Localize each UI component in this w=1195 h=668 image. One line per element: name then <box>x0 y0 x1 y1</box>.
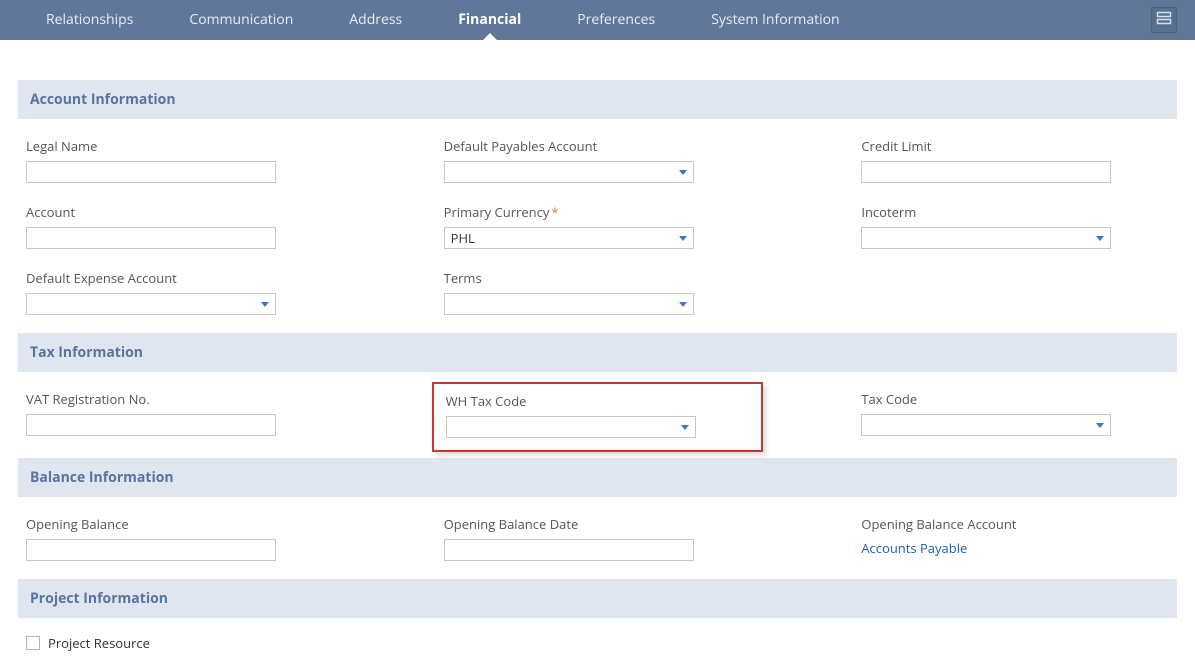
opening-balance-input[interactable] <box>26 539 276 561</box>
field-opening-balance: Opening Balance <box>26 515 334 561</box>
field-vat-registration-no: VAT Registration No. <box>26 390 334 440</box>
section-title: Tax Information <box>30 343 143 362</box>
required-indicator: * <box>551 203 558 221</box>
layout-toggle-button[interactable] <box>1151 7 1177 33</box>
field-label: VAT Registration No. <box>26 390 334 408</box>
tax-code-select[interactable] <box>861 414 1111 436</box>
section-account-information: Account Information Legal Name Default P… <box>18 80 1177 333</box>
field-default-payables-account: Default Payables Account <box>444 137 752 183</box>
legal-name-input[interactable] <box>26 161 276 183</box>
primary-currency-select[interactable]: PHL <box>444 227 694 249</box>
field-label: Default Expense Account <box>26 269 334 287</box>
tab-financial[interactable]: Financial <box>430 0 549 40</box>
chevron-down-icon <box>679 170 687 175</box>
field-default-expense-account: Default Expense Account <box>26 269 334 315</box>
tab-preferences[interactable]: Preferences <box>549 0 683 40</box>
tab-address[interactable]: Address <box>321 0 430 40</box>
chevron-down-icon <box>679 302 687 307</box>
tab-label: Communication <box>189 10 293 29</box>
tab-label: Preferences <box>577 10 655 29</box>
tab-label: Relationships <box>46 10 133 29</box>
field-opening-balance-account: Opening Balance Account Accounts Payable <box>861 515 1169 561</box>
chevron-down-icon <box>261 302 269 307</box>
field-label: Default Payables Account <box>444 137 752 155</box>
section-title: Account Information <box>30 90 176 109</box>
tab-bar: Relationships Communication Address Fina… <box>0 0 1195 40</box>
field-label: Tax Code <box>861 390 1169 408</box>
vat-registration-no-input[interactable] <box>26 414 276 436</box>
chevron-down-icon <box>679 236 687 241</box>
account-input[interactable] <box>26 227 276 249</box>
tab-label: Financial <box>458 10 521 29</box>
wh-tax-code-select[interactable] <box>446 416 696 438</box>
field-incoterm: Incoterm <box>861 203 1169 249</box>
field-label: Primary Currency* <box>444 203 752 221</box>
field-label: Opening Balance Date <box>444 515 752 533</box>
field-label: Opening Balance <box>26 515 334 533</box>
section-header: Project Information <box>18 579 1177 618</box>
field-project-resource: Project Resource <box>26 634 1169 652</box>
field-primary-currency: Primary Currency* PHL <box>444 203 752 249</box>
highlight-box: WH Tax Code <box>432 382 764 452</box>
field-tax-code: Tax Code <box>861 390 1169 440</box>
chevron-down-icon <box>1096 423 1104 428</box>
select-value: PHL <box>451 229 475 247</box>
section-title: Project Information <box>30 589 168 608</box>
section-title: Balance Information <box>30 468 174 487</box>
checkbox-label: Project Resource <box>48 634 150 652</box>
credit-limit-input[interactable] <box>861 161 1111 183</box>
field-label: Credit Limit <box>861 137 1169 155</box>
section-header: Tax Information <box>18 333 1177 372</box>
tab-communication[interactable]: Communication <box>161 0 321 40</box>
field-label: Account <box>26 203 334 221</box>
opening-balance-date-input[interactable] <box>444 539 694 561</box>
tab-system-information[interactable]: System Information <box>683 0 867 40</box>
field-opening-balance-date: Opening Balance Date <box>444 515 752 561</box>
tab-label: System Information <box>711 10 839 29</box>
field-account: Account <box>26 203 334 249</box>
terms-select[interactable] <box>444 293 694 315</box>
field-label: WH Tax Code <box>446 392 750 410</box>
default-payables-account-select[interactable] <box>444 161 694 183</box>
section-header: Balance Information <box>18 458 1177 497</box>
field-wh-tax-code: WH Tax Code <box>444 390 752 440</box>
section-header: Account Information <box>18 80 1177 119</box>
field-legal-name: Legal Name <box>26 137 334 183</box>
default-expense-account-select[interactable] <box>26 293 276 315</box>
layout-icon <box>1156 10 1172 30</box>
tab-label: Address <box>349 10 402 29</box>
field-label: Terms <box>444 269 752 287</box>
tab-relationships[interactable]: Relationships <box>18 0 161 40</box>
label-text: Primary Currency <box>444 203 550 221</box>
incoterm-select[interactable] <box>861 227 1111 249</box>
field-label: Opening Balance Account <box>861 515 1169 533</box>
section-tax-information: Tax Information VAT Registration No. WH … <box>18 333 1177 458</box>
field-credit-limit: Credit Limit <box>861 137 1169 183</box>
project-resource-checkbox[interactable] <box>26 636 40 650</box>
opening-balance-account-link[interactable]: Accounts Payable <box>861 539 967 557</box>
field-terms: Terms <box>444 269 752 315</box>
chevron-down-icon <box>1096 236 1104 241</box>
chevron-down-icon <box>681 425 689 430</box>
field-label: Incoterm <box>861 203 1169 221</box>
field-label: Legal Name <box>26 137 334 155</box>
section-balance-information: Balance Information Opening Balance Open… <box>18 458 1177 579</box>
